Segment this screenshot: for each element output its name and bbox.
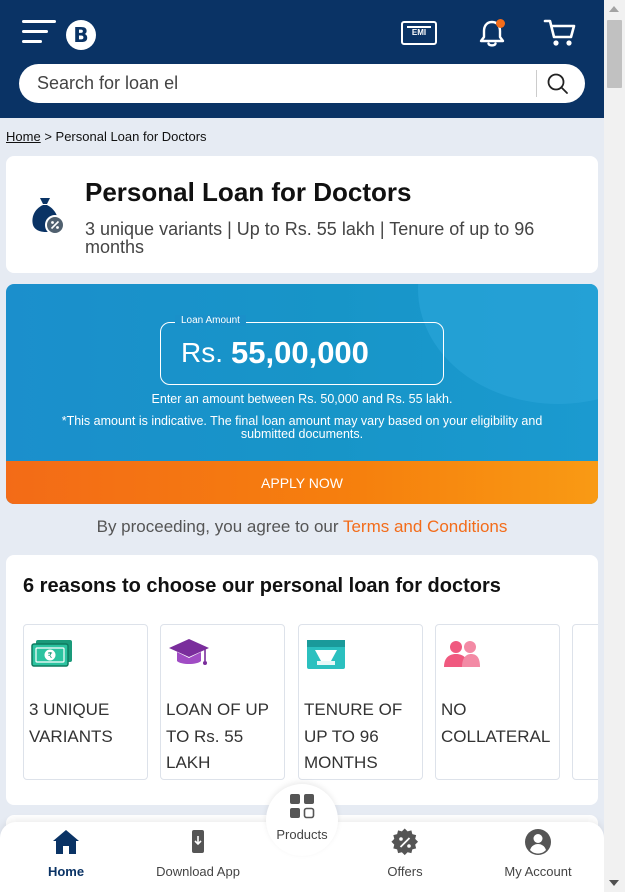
reason-tile-collateral[interactable]: NO COLLATERAL	[435, 624, 560, 780]
home-icon	[53, 830, 79, 854]
breadcrumb-current: Personal Loan for Doctors	[55, 129, 207, 144]
breadcrumb-home-link[interactable]: Home	[6, 129, 41, 144]
loan-amount-field[interactable]: Loan Amount Rs. 55,00,000	[160, 315, 444, 385]
emi-card-icon[interactable]: EMI	[401, 21, 437, 45]
mobile-download-icon	[192, 830, 204, 853]
nav-offers-label: Offers	[387, 864, 423, 879]
reason-tile-partial[interactable]	[572, 624, 598, 780]
products-grid-icon	[290, 794, 315, 819]
apply-now-button[interactable]: APPLY NOW	[6, 461, 598, 504]
loan-amount-currency: Rs.	[181, 337, 223, 368]
user-account-icon	[525, 829, 551, 855]
decorative-arc	[418, 284, 598, 404]
money-bag-percent-icon	[32, 198, 65, 235]
reasons-card: 6 reasons to choose our personal loan fo…	[6, 555, 598, 805]
breadcrumb-separator: >	[44, 129, 52, 144]
calendar-icon	[307, 640, 345, 669]
nav-home[interactable]: Home	[16, 822, 116, 892]
reason-tile-loan-amount[interactable]: LOAN OF UP TO Rs. 55 LAKH	[160, 624, 285, 780]
loan-amount-label: Loan Amount	[175, 315, 246, 326]
reason-label: LOAN OF UP TO Rs. 55 LAKH	[166, 700, 269, 772]
nav-products[interactable]: Products	[266, 784, 338, 856]
product-header-card: Personal Loan for Doctors 3 unique varia…	[6, 156, 598, 273]
cart-icon[interactable]	[543, 18, 577, 48]
terms-link[interactable]: Terms and Conditions	[343, 517, 507, 536]
reason-tile-tenure[interactable]: TENURE OF UP TO 96 MONTHS	[298, 624, 423, 780]
scroll-down-arrow-icon[interactable]	[609, 880, 619, 886]
nav-products-label: Products	[276, 827, 328, 842]
search-icon[interactable]	[541, 68, 575, 99]
scroll-up-arrow-icon[interactable]	[609, 6, 619, 12]
app-header: B EMI	[0, 0, 604, 118]
notification-dot	[496, 19, 505, 28]
vertical-scrollbar[interactable]	[604, 0, 625, 892]
search-divider	[536, 70, 537, 97]
terms-text: By proceeding, you agree to our Terms an…	[0, 517, 604, 537]
scroll-thumb[interactable]	[607, 20, 622, 88]
loan-amount-panel: Loan Amount Rs. 55,00,000 Enter an amoun…	[6, 284, 598, 504]
loan-amount-disclaimer: *This amount is indicative. The final lo…	[61, 414, 543, 441]
reason-label: 3 UNIQUE VARIANTS	[29, 700, 113, 746]
reason-label: NO COLLATERAL	[441, 700, 551, 746]
nav-offers[interactable]: Offers	[355, 822, 455, 892]
search-bar	[19, 64, 585, 103]
menu-icon[interactable]	[22, 20, 56, 44]
nav-my-account[interactable]: My Account	[488, 822, 588, 892]
page-subtitle: 3 unique variants | Up to Rs. 55 lakh | …	[85, 219, 535, 257]
offer-badge-icon	[391, 828, 419, 856]
nav-home-label: Home	[47, 864, 85, 879]
page-viewport: B EMI Home > Personal Loan for Doctors	[0, 0, 604, 892]
breadcrumb: Home > Personal Loan for Doctors	[6, 129, 207, 144]
graduation-cap-icon	[169, 639, 209, 665]
loan-amount-range: Enter an amount between Rs. 50,000 and R…	[151, 392, 453, 406]
loan-amount-value[interactable]: 55,00,000	[231, 335, 369, 371]
terms-prefix: By proceeding, you agree to our	[96, 517, 339, 536]
reasons-title: 6 reasons to choose our personal loan fo…	[23, 575, 501, 597]
reason-tile-variants[interactable]: ₹ 3 UNIQUE VARIANTS	[23, 624, 148, 780]
bell-icon[interactable]	[478, 18, 506, 48]
search-input[interactable]	[37, 64, 537, 103]
banknote-rupee-icon: ₹	[31, 640, 72, 667]
brand-logo[interactable]: B	[66, 20, 96, 50]
reason-label: TENURE OF UP TO 96 MONTHS	[304, 700, 403, 772]
people-icon	[444, 641, 480, 667]
svg-text:₹: ₹	[47, 651, 52, 660]
nav-download-app[interactable]: Download App	[143, 822, 253, 892]
nav-download-label: Download App	[156, 864, 240, 879]
nav-account-label: My Account	[504, 864, 572, 879]
page-title: Personal Loan for Doctors	[85, 177, 412, 207]
